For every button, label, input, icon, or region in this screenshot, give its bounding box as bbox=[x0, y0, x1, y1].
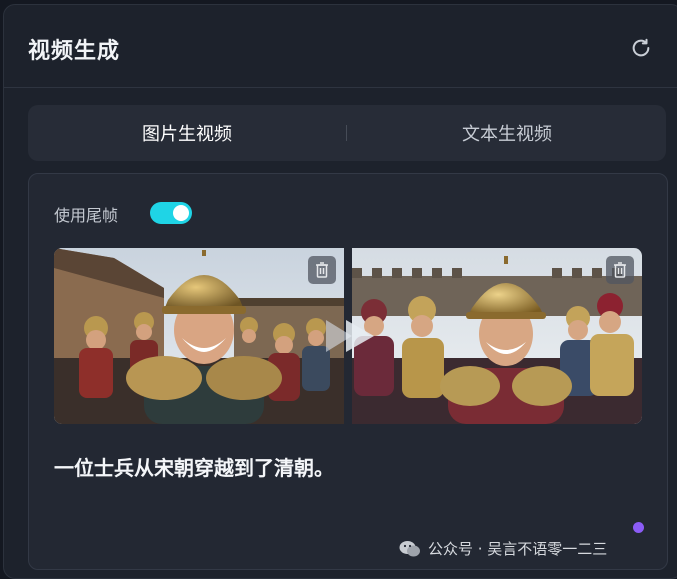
trash-icon bbox=[316, 262, 328, 278]
toggle-knob bbox=[173, 205, 189, 221]
end-frame-label: 使用尾帧 bbox=[54, 206, 119, 225]
mode-tabs: 图片生视频 文本生视频 bbox=[28, 105, 666, 161]
watermark-text: 公众号 · 吴言不语零一二三 bbox=[428, 540, 608, 558]
delete-end-frame-button[interactable] bbox=[606, 256, 634, 284]
refresh-icon[interactable] bbox=[630, 37, 652, 59]
watermark: 公众号 · 吴言不语零一二三 bbox=[399, 538, 607, 559]
tab-text-to-video[interactable]: 文本生视频 bbox=[348, 105, 666, 161]
end-frame-toggle[interactable] bbox=[150, 202, 192, 224]
play-arrows-icon bbox=[316, 318, 386, 354]
video-generation-panel: 视频生成 图片生视频 文本生视频 使用尾帧 一位士兵从宋朝穿越到了清朝。 公众号… bbox=[3, 4, 677, 579]
wechat-icon bbox=[399, 540, 420, 556]
status-dot bbox=[633, 522, 644, 533]
end-frame-image[interactable] bbox=[352, 248, 642, 424]
image-to-video-card: 使用尾帧 一位士兵从宋朝穿越到了清朝。 公众号 · 吴言不语零一二三 bbox=[28, 173, 668, 570]
page-title: 视频生成 bbox=[28, 39, 121, 64]
prompt-text[interactable]: 一位士兵从宋朝穿越到了清朝。 bbox=[54, 452, 334, 481]
start-frame-image[interactable] bbox=[54, 248, 344, 424]
panel-header: 视频生成 bbox=[4, 5, 677, 88]
trash-icon bbox=[614, 262, 626, 278]
tab-divider bbox=[346, 125, 347, 141]
frames-strip bbox=[54, 248, 642, 424]
tab-image-to-video[interactable]: 图片生视频 bbox=[28, 105, 346, 161]
delete-start-frame-button[interactable] bbox=[308, 256, 336, 284]
